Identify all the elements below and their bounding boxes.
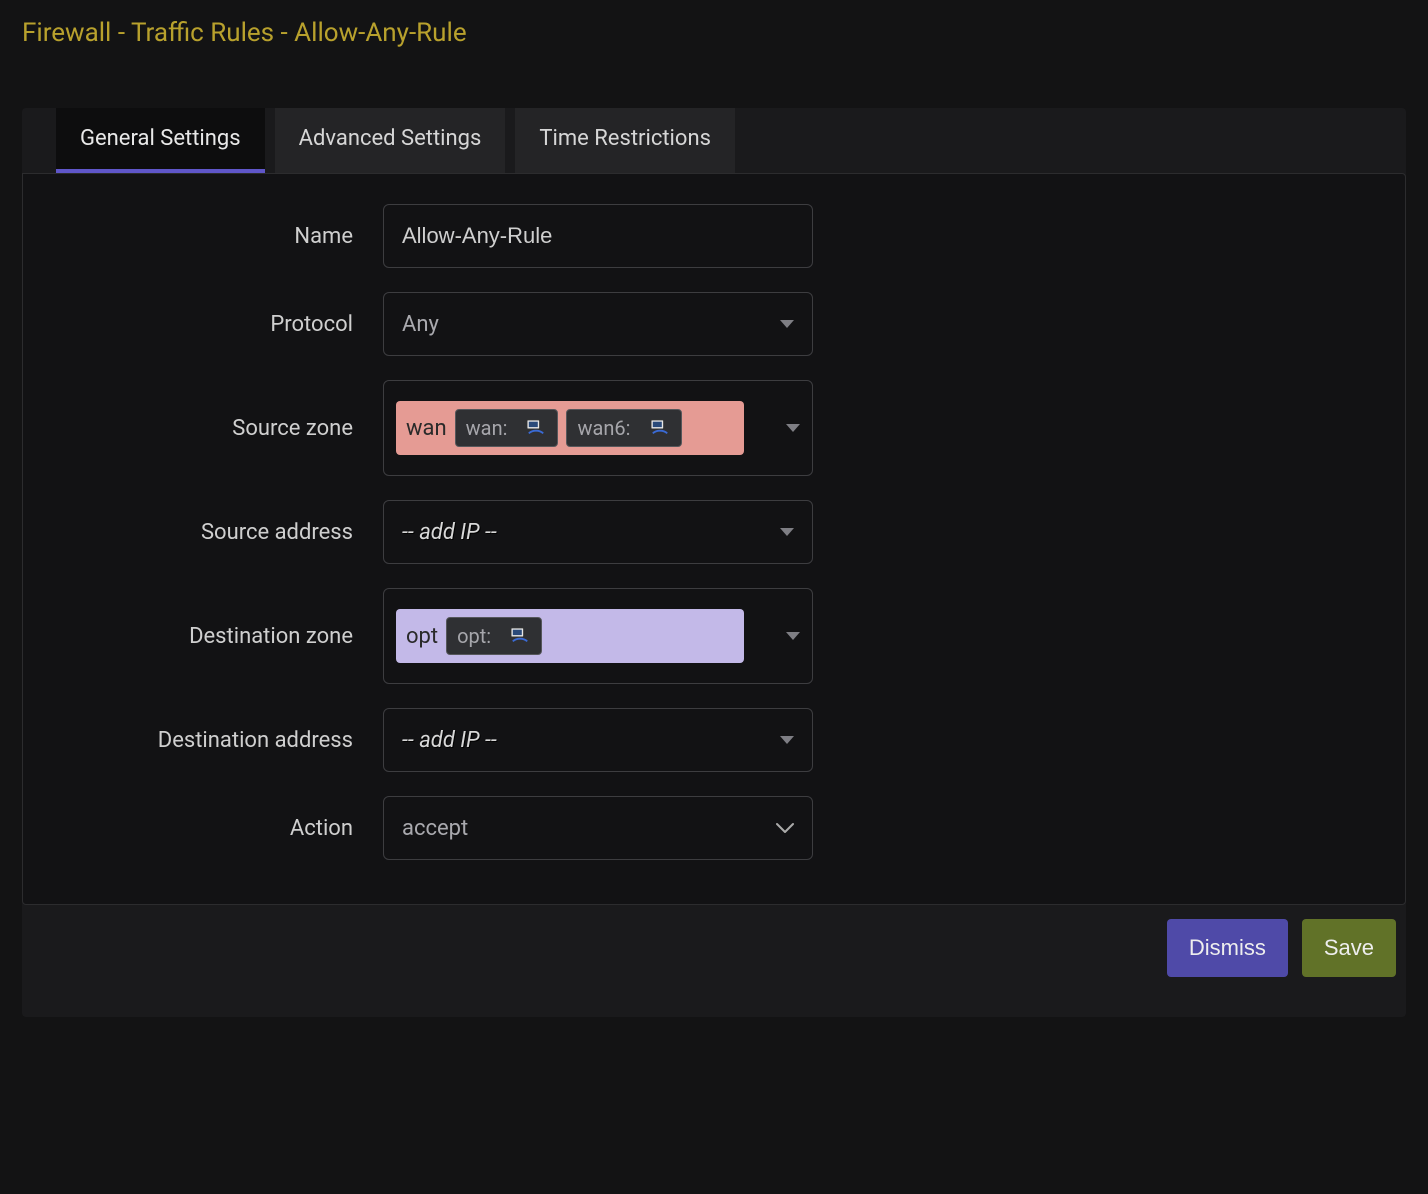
network-interface-icon (509, 627, 531, 645)
dropdown-protocol[interactable]: Any (383, 292, 813, 356)
label-protocol: Protocol (63, 312, 383, 337)
placeholder-destination-address: -- add IP -- (402, 728, 497, 753)
dropdown-source-address[interactable]: -- add IP -- (383, 500, 813, 564)
modal-content: General Settings Advanced Settings Time … (22, 108, 1406, 1017)
chevron-down-icon (786, 632, 800, 640)
select-action-value: accept (402, 816, 468, 841)
label-action: Action (63, 816, 383, 841)
input-name[interactable] (402, 223, 794, 249)
interface-label: wan: (466, 416, 508, 440)
label-source-address: Source address (63, 520, 383, 545)
chevron-down-icon (780, 736, 794, 744)
chevron-down-icon (786, 424, 800, 432)
network-interface-icon (649, 419, 671, 437)
zone-badge-wan: wan wan: wan6: (396, 401, 744, 455)
interface-label: opt: (457, 624, 491, 648)
page-title: Firewall - Traffic Rules - Allow-Any-Rul… (22, 18, 1406, 48)
interface-chip: opt: (446, 617, 542, 655)
dropdown-source-zone[interactable]: wan wan: wan6: (383, 380, 813, 476)
interface-chip: wan: (455, 409, 559, 447)
tab-advanced-settings[interactable]: Advanced Settings (275, 108, 506, 173)
tab-general-settings[interactable]: General Settings (56, 108, 265, 173)
placeholder-source-address: -- add IP -- (402, 520, 497, 545)
tabs: General Settings Advanced Settings Time … (22, 108, 1406, 173)
interface-chip: wan6: (566, 409, 681, 447)
dropdown-destination-zone[interactable]: opt opt: (383, 588, 813, 684)
label-name: Name (63, 224, 383, 249)
dropdown-protocol-value: Any (402, 312, 439, 337)
form-general-settings: Name Protocol Any Source zone wan (22, 173, 1406, 905)
select-action[interactable]: accept (383, 796, 813, 860)
zone-badge-opt: opt opt: (396, 609, 744, 663)
dismiss-button[interactable]: Dismiss (1167, 919, 1288, 977)
zone-name: wan (406, 416, 447, 441)
chevron-down-icon (776, 822, 794, 834)
chevron-down-icon (780, 320, 794, 328)
save-button[interactable]: Save (1302, 919, 1396, 977)
label-destination-address: Destination address (63, 728, 383, 753)
dropdown-destination-address[interactable]: -- add IP -- (383, 708, 813, 772)
zone-name: opt (406, 624, 438, 649)
chevron-down-icon (780, 528, 794, 536)
label-source-zone: Source zone (63, 416, 383, 441)
input-name-wrap[interactable] (383, 204, 813, 268)
network-interface-icon (525, 419, 547, 437)
modal-footer: Dismiss Save (22, 905, 1406, 977)
tab-time-restrictions[interactable]: Time Restrictions (515, 108, 735, 173)
interface-label: wan6: (577, 416, 630, 440)
label-destination-zone: Destination zone (63, 624, 383, 649)
